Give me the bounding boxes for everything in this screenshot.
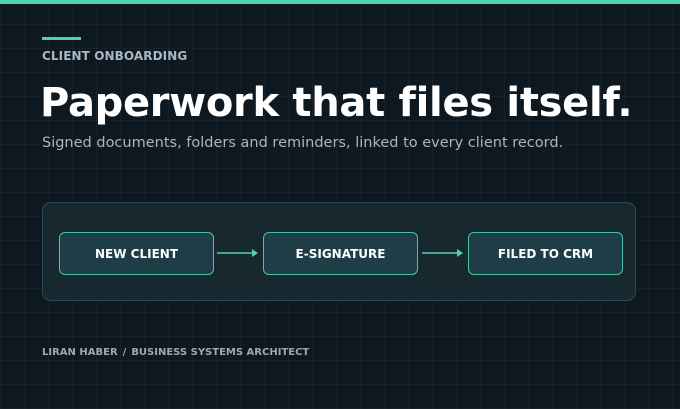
step-filed-to-crm: FILED TO CRM	[468, 232, 623, 275]
arrow-right-icon	[217, 249, 258, 257]
step-label: FILED TO CRM	[497, 246, 594, 261]
step-label: E-SIGNATURE	[295, 246, 386, 261]
step-e-signature: E-SIGNATURE	[263, 232, 418, 275]
author-role: BUSINESS SYSTEMS ARCHITECT	[131, 347, 310, 358]
page-title: Paperwork that files itself.	[40, 80, 633, 126]
page-subtitle: Signed documents, folders and reminders,…	[42, 135, 564, 151]
eyebrow-accent-line	[42, 37, 81, 40]
eyebrow-label: CLIENT ONBOARDING	[42, 49, 188, 63]
footer-byline: LIRAN HABER / BUSINESS SYSTEMS ARCHITECT	[42, 347, 309, 358]
step-new-client: NEW CLIENT	[59, 232, 214, 275]
author-name: LIRAN HABER	[42, 347, 118, 358]
workflow-panel: NEW CLIENT E-SIGNATURE FILED TO CRM	[42, 202, 636, 301]
byline-separator: /	[122, 347, 127, 358]
arrow-right-icon	[422, 249, 463, 257]
step-label: NEW CLIENT	[95, 246, 178, 261]
top-accent-bar	[0, 0, 680, 4]
